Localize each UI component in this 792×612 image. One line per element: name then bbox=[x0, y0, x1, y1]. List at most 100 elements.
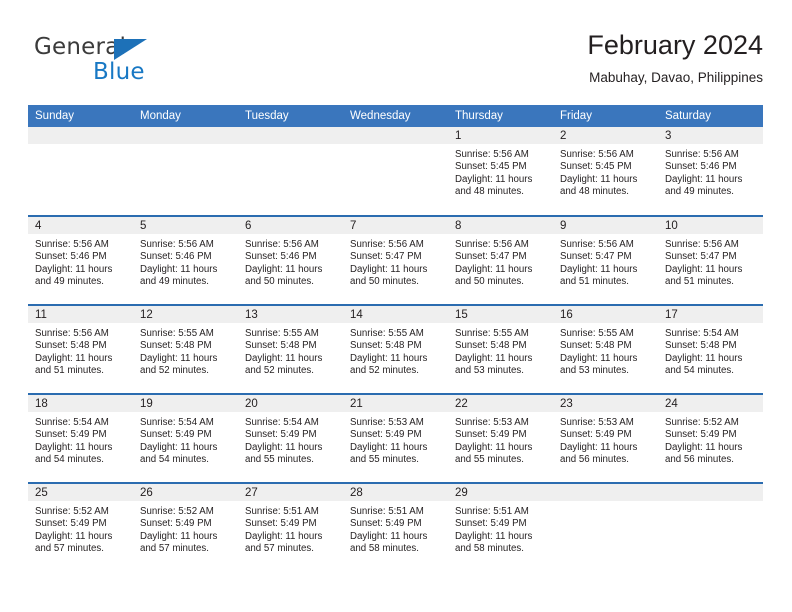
day-detail-line: Sunset: 5:46 PM bbox=[35, 251, 107, 263]
day-detail-line: Sunset: 5:49 PM bbox=[140, 429, 212, 441]
day-detail-line: Daylight: 11 hours bbox=[350, 352, 428, 364]
day-detail-line: Daylight: 11 hours bbox=[665, 263, 743, 275]
day-detail-line: Daylight: 11 hours bbox=[35, 352, 113, 364]
calendar-body: 1 Sunrise: 5:56 AM Sunset: 5:45 PM Daylight… bbox=[28, 127, 763, 572]
day-detail-line: Sunset: 5:49 PM bbox=[560, 429, 632, 441]
day-detail-line: Sunset: 5:46 PM bbox=[140, 251, 212, 263]
day-number bbox=[28, 127, 133, 144]
day-detail-line: and 55 minutes. bbox=[245, 454, 314, 466]
calendar-day-cell[interactable]: 19 Sunrise: 5:54 AM Sunset: 5:49 PM Dayligh… bbox=[133, 393, 238, 483]
calendar-day-cell[interactable]: 13 Sunrise: 5:55 AM Sunset: 5:48 PM Dayligh… bbox=[238, 304, 343, 394]
day-detail-line: Daylight: 11 hours bbox=[245, 441, 323, 453]
day-detail-line: and 48 minutes. bbox=[560, 186, 629, 198]
day-details: Sunrise: 5:56 AM Sunset: 5:47 PM Daylight:… bbox=[448, 234, 553, 289]
calendar-day-cell[interactable]: 20 Sunrise: 5:54 AM Sunset: 5:49 PM Dayligh… bbox=[238, 393, 343, 483]
day-details: Sunrise: 5:56 AM Sunset: 5:46 PM Daylight:… bbox=[28, 234, 133, 289]
calendar-day-cell[interactable]: 27 Sunrise: 5:51 AM Sunset: 5:49 PM Dayligh… bbox=[238, 482, 343, 572]
day-detail-line: and 50 minutes. bbox=[350, 276, 419, 288]
calendar-day-cell[interactable]: 2 Sunrise: 5:56 AM Sunset: 5:45 PM Daylight… bbox=[553, 127, 658, 216]
calendar-day-cell[interactable]: 24 Sunrise: 5:52 AM Sunset: 5:49 PM Dayligh… bbox=[658, 393, 763, 483]
day-detail-line: Daylight: 11 hours bbox=[455, 441, 533, 453]
calendar-day-cell[interactable]: 10 Sunrise: 5:56 AM Sunset: 5:47 PM Dayligh… bbox=[658, 215, 763, 305]
page-subtitle: Mabuhay, Davao, Philippines bbox=[589, 70, 763, 85]
calendar-day-cell[interactable]: 14 Sunrise: 5:55 AM Sunset: 5:48 PM Dayligh… bbox=[343, 304, 448, 394]
calendar-day-cell[interactable]: 16 Sunrise: 5:55 AM Sunset: 5:48 PM Dayligh… bbox=[553, 304, 658, 394]
day-detail-line: Daylight: 11 hours bbox=[560, 173, 638, 185]
weekday-header-sunday: Sunday bbox=[28, 105, 133, 127]
day-details bbox=[133, 144, 238, 149]
day-detail-line: Daylight: 11 hours bbox=[560, 352, 638, 364]
day-detail-line: Sunrise: 5:56 AM bbox=[560, 149, 634, 160]
calendar-empty-cell bbox=[343, 127, 448, 216]
day-number: 17 bbox=[658, 306, 763, 323]
calendar-day-cell[interactable]: 29 Sunrise: 5:51 AM Sunset: 5:49 PM Dayligh… bbox=[448, 482, 553, 572]
weekday-header-thursday: Thursday bbox=[448, 105, 553, 127]
calendar-day-cell[interactable]: 17 Sunrise: 5:54 AM Sunset: 5:48 PM Dayligh… bbox=[658, 304, 763, 394]
day-detail-line: and 49 minutes. bbox=[35, 276, 104, 288]
day-detail-line: Sunrise: 5:51 AM bbox=[245, 506, 319, 517]
calendar-day-cell[interactable]: 28 Sunrise: 5:51 AM Sunset: 5:49 PM Dayligh… bbox=[343, 482, 448, 572]
page-header: General Blue February 2024 Mabuhay, Dava… bbox=[28, 28, 763, 98]
calendar-day-cell[interactable]: 22 Sunrise: 5:53 AM Sunset: 5:49 PM Dayligh… bbox=[448, 393, 553, 483]
day-details: Sunrise: 5:54 AM Sunset: 5:49 PM Daylight:… bbox=[238, 412, 343, 467]
calendar-empty-cell bbox=[133, 127, 238, 216]
general-blue-logo[interactable]: General Blue bbox=[34, 34, 254, 96]
day-number: 20 bbox=[238, 395, 343, 412]
day-detail-line: Sunset: 5:45 PM bbox=[560, 161, 632, 173]
day-detail-line: Sunset: 5:49 PM bbox=[35, 518, 107, 530]
day-detail-line: Sunrise: 5:54 AM bbox=[665, 328, 739, 339]
day-detail-line: Sunset: 5:48 PM bbox=[665, 340, 737, 352]
calendar-day-cell[interactable]: 15 Sunrise: 5:55 AM Sunset: 5:48 PM Dayligh… bbox=[448, 304, 553, 394]
day-number: 26 bbox=[133, 484, 238, 501]
calendar-day-cell[interactable]: 18 Sunrise: 5:54 AM Sunset: 5:49 PM Dayligh… bbox=[28, 393, 133, 483]
calendar-day-cell[interactable]: 23 Sunrise: 5:53 AM Sunset: 5:49 PM Dayligh… bbox=[553, 393, 658, 483]
day-detail-line: Sunset: 5:47 PM bbox=[455, 251, 527, 263]
calendar-day-cell[interactable]: 6 Sunrise: 5:56 AM Sunset: 5:46 PM Daylight… bbox=[238, 215, 343, 305]
calendar-day-cell[interactable]: 8 Sunrise: 5:56 AM Sunset: 5:47 PM Daylight… bbox=[448, 215, 553, 305]
day-number: 29 bbox=[448, 484, 553, 501]
day-number: 15 bbox=[448, 306, 553, 323]
calendar-day-cell[interactable]: 3 Sunrise: 5:56 AM Sunset: 5:46 PM Daylight… bbox=[658, 127, 763, 216]
day-detail-line: Sunset: 5:47 PM bbox=[560, 251, 632, 263]
page-title: February 2024 bbox=[587, 30, 763, 60]
day-details: Sunrise: 5:55 AM Sunset: 5:48 PM Daylight:… bbox=[238, 323, 343, 378]
calendar-table: Sunday Monday Tuesday Wednesday Thursday… bbox=[28, 105, 763, 572]
calendar-day-cell[interactable]: 7 Sunrise: 5:56 AM Sunset: 5:47 PM Daylight… bbox=[343, 215, 448, 305]
day-details bbox=[553, 501, 658, 506]
day-detail-line: Daylight: 11 hours bbox=[665, 173, 743, 185]
day-number bbox=[343, 127, 448, 144]
calendar-day-cell[interactable]: 21 Sunrise: 5:53 AM Sunset: 5:49 PM Dayligh… bbox=[343, 393, 448, 483]
day-detail-line: and 58 minutes. bbox=[455, 543, 524, 555]
day-detail-line: and 56 minutes. bbox=[665, 454, 734, 466]
day-details: Sunrise: 5:52 AM Sunset: 5:49 PM Daylight:… bbox=[28, 501, 133, 556]
day-number: 10 bbox=[658, 217, 763, 234]
day-number: 12 bbox=[133, 306, 238, 323]
day-number: 13 bbox=[238, 306, 343, 323]
calendar-day-cell[interactable]: 11 Sunrise: 5:56 AM Sunset: 5:48 PM Dayligh… bbox=[28, 304, 133, 394]
day-details: Sunrise: 5:55 AM Sunset: 5:48 PM Daylight:… bbox=[448, 323, 553, 378]
weekday-header-tuesday: Tuesday bbox=[238, 105, 343, 127]
day-details: Sunrise: 5:55 AM Sunset: 5:48 PM Daylight:… bbox=[133, 323, 238, 378]
calendar-day-cell[interactable]: 25 Sunrise: 5:52 AM Sunset: 5:49 PM Dayligh… bbox=[28, 482, 133, 572]
day-detail-line: Sunrise: 5:53 AM bbox=[455, 417, 529, 428]
calendar-day-cell[interactable]: 9 Sunrise: 5:56 AM Sunset: 5:47 PM Daylight… bbox=[553, 215, 658, 305]
day-detail-line: Daylight: 11 hours bbox=[350, 263, 428, 275]
day-detail-line: Sunrise: 5:55 AM bbox=[245, 328, 319, 339]
day-detail-line: Sunrise: 5:53 AM bbox=[350, 417, 424, 428]
calendar-day-cell[interactable]: 12 Sunrise: 5:55 AM Sunset: 5:48 PM Dayligh… bbox=[133, 304, 238, 394]
calendar-day-cell[interactable]: 26 Sunrise: 5:52 AM Sunset: 5:49 PM Dayligh… bbox=[133, 482, 238, 572]
calendar-week-row: 25 Sunrise: 5:52 AM Sunset: 5:49 PM Dayligh… bbox=[28, 482, 763, 572]
day-detail-line: and 58 minutes. bbox=[350, 543, 419, 555]
day-number: 27 bbox=[238, 484, 343, 501]
day-detail-line: Sunset: 5:47 PM bbox=[350, 251, 422, 263]
day-detail-line: Sunset: 5:45 PM bbox=[455, 161, 527, 173]
calendar-day-cell[interactable]: 1 Sunrise: 5:56 AM Sunset: 5:45 PM Daylight… bbox=[448, 127, 553, 216]
calendar-day-cell[interactable]: 4 Sunrise: 5:56 AM Sunset: 5:46 PM Daylight… bbox=[28, 215, 133, 305]
day-details: Sunrise: 5:53 AM Sunset: 5:49 PM Daylight:… bbox=[343, 412, 448, 467]
calendar-day-cell[interactable]: 5 Sunrise: 5:56 AM Sunset: 5:46 PM Daylight… bbox=[133, 215, 238, 305]
day-detail-line: Daylight: 11 hours bbox=[665, 352, 743, 364]
day-number: 6 bbox=[238, 217, 343, 234]
day-detail-line: Sunset: 5:49 PM bbox=[140, 518, 212, 530]
day-details: Sunrise: 5:51 AM Sunset: 5:49 PM Daylight:… bbox=[238, 501, 343, 556]
title-block: February 2024 Mabuhay, Davao, Philippine… bbox=[587, 28, 763, 86]
